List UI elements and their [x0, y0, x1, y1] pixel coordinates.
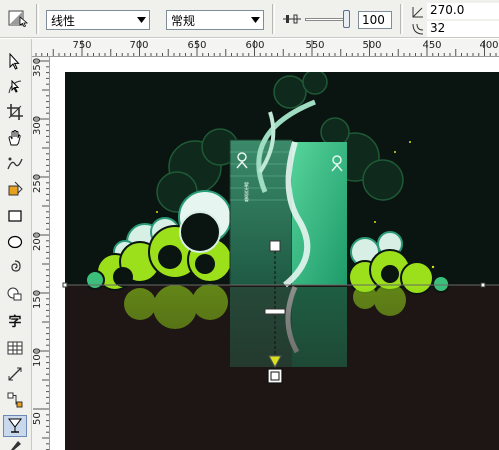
- transparency-midpoint-slider[interactable]: [264, 308, 286, 315]
- transparency-end-handle-inner: [270, 371, 280, 381]
- transparency-arrow-icon: [268, 355, 282, 369]
- transparency-start-handle[interactable]: [269, 240, 281, 252]
- transparency-overlay: [62, 240, 499, 384]
- guideline-handle-left[interactable]: [62, 282, 68, 288]
- guideline-handle-right[interactable]: [480, 282, 486, 288]
